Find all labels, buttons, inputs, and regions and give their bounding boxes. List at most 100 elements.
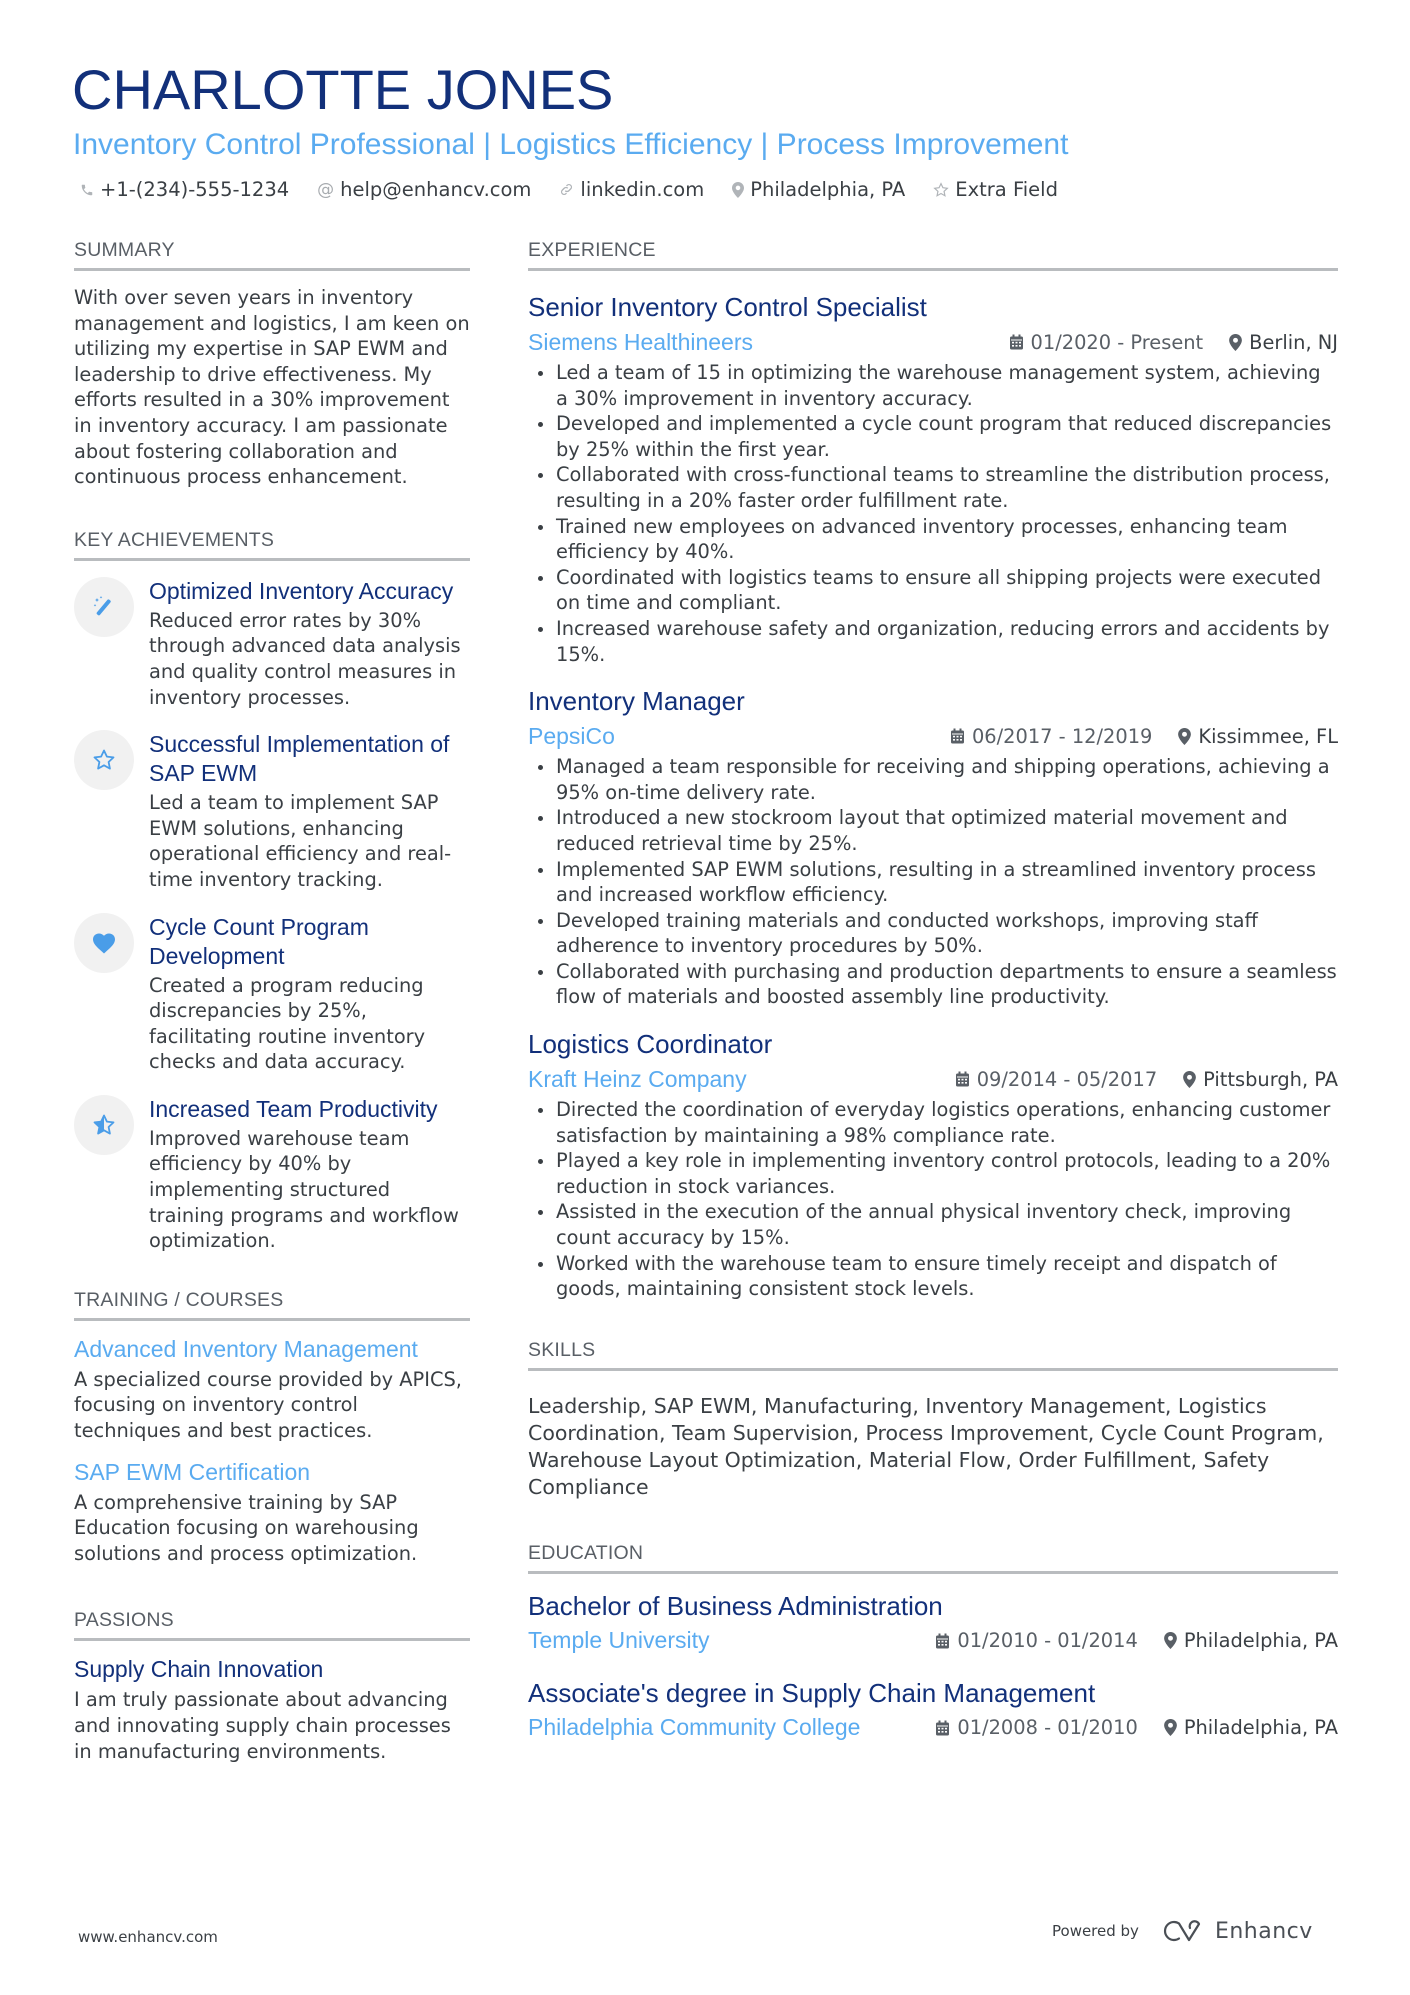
degree-title: Associate's degree in Supply Chain Manag…	[528, 1677, 1096, 1708]
job-title: Senior Inventory Control Specialist	[528, 292, 927, 322]
course-description: A specialized course provided by APICS, …	[74, 1367, 462, 1443]
location-pin-icon	[1183, 1070, 1197, 1088]
calendar-icon	[955, 1071, 970, 1087]
job-meta: PepsiCo 06/2017 - 12/2019 Kissimmee, FL	[528, 720, 1338, 752]
job-bullet: Trained new employees on advanced invent…	[528, 514, 1338, 565]
job-bullet: Developed and implemented a cycle count …	[528, 411, 1338, 462]
achievement-item: Increased Team Productivity Improved war…	[74, 1094, 470, 1254]
contact-linkedin[interactable]: linkedin.com	[559, 178, 704, 201]
summary-heading: SUMMARY	[74, 239, 175, 261]
magic-wand-icon	[74, 576, 134, 637]
enhancv-brand-text: Enhancv	[1214, 1918, 1313, 1944]
achievement-title: Cycle Count Program Development	[149, 913, 369, 969]
job-bullets: Managed a team responsible for receiving…	[528, 754, 1338, 1010]
footer-branding: Powered by Enhancv	[1052, 1918, 1313, 1944]
section-divider	[74, 557, 470, 561]
job-location: Pittsburgh, PA	[1203, 1067, 1338, 1091]
company-name: Kraft Heinz Company	[528, 1065, 747, 1092]
course-title: Advanced Inventory Management	[74, 1335, 418, 1362]
contact-linkedin-text: linkedin.com	[580, 178, 705, 201]
achievement-description: Led a team to implement SAP EWM solution…	[149, 791, 452, 891]
training-heading: TRAINING / COURSES	[74, 1288, 284, 1311]
contact-phone-text: +1-(234)-555-1234	[100, 178, 290, 201]
section-divider	[528, 1570, 1338, 1574]
job-bullet: Directed the coordination of everyday lo…	[528, 1097, 1338, 1148]
job-bullet: Increased warehouse safety and organizat…	[528, 616, 1338, 667]
contact-email[interactable]: @ help@enhancv.com	[317, 178, 531, 201]
location-pin-icon	[732, 181, 745, 198]
location-pin-icon	[1178, 727, 1192, 745]
right-column: EXPERIENCE Senior Inventory Control Spec…	[528, 238, 1338, 1744]
company-name: PepsiCo	[528, 722, 615, 749]
education-dates: 01/2008 - 01/2010	[957, 1716, 1138, 1740]
achievement-item: Optimized Inventory Accuracy Reduced err…	[74, 576, 470, 710]
education-heading: EDUCATION	[528, 1541, 644, 1564]
school-name: Temple University	[528, 1627, 710, 1654]
phone-icon	[80, 183, 94, 197]
education-meta: Temple University 01/2010 - 01/2014 Philad…	[528, 1625, 1338, 1657]
contact-location: Philadelphia, PA	[732, 178, 905, 201]
job-bullets: Led a team of 15 in optimizing the wareh…	[528, 360, 1338, 667]
contact-email-text: help@enhancv.com	[340, 178, 532, 201]
job-bullet: Introduced a new stockroom layout that o…	[528, 805, 1338, 856]
footer-website-link[interactable]: www.enhancv.com	[78, 1928, 218, 1946]
contact-phone[interactable]: +1-(234)-555-1234	[80, 178, 289, 201]
calendar-icon	[935, 1720, 950, 1736]
achievement-description: Improved warehouse team efficiency by 40…	[149, 1126, 459, 1253]
skills-list: Leadership, SAP EWM, Manufacturing, Inve…	[528, 1393, 1324, 1499]
location-pin-icon	[1163, 1719, 1177, 1737]
left-column: SUMMARY With over seven years in invento…	[74, 238, 470, 1764]
job-bullet: Led a team of 15 in optimizing the wareh…	[528, 360, 1338, 411]
skills-heading: SKILLS	[528, 1338, 596, 1361]
job-meta: Kraft Heinz Company 09/2014 - 05/2017 Pitt…	[528, 1063, 1338, 1095]
section-divider	[74, 1638, 470, 1642]
star-outline-icon	[933, 181, 949, 198]
contact-location-text: Philadelphia, PA	[750, 178, 906, 201]
section-divider	[74, 1317, 470, 1321]
job-bullet: Assisted in the execution of the annual …	[528, 1199, 1338, 1250]
section-divider	[528, 268, 1338, 271]
job-dates: 01/2020 - Present	[1030, 330, 1204, 354]
education-item: Associate's degree in Supply Chain Manag…	[528, 1677, 1338, 1744]
experience-item: Logistics Coordinator Kraft Heinz Company…	[528, 1028, 1338, 1302]
education-section: EDUCATION Bachelor of Business Administr…	[528, 1541, 1338, 1744]
section-divider	[528, 1367, 1338, 1371]
job-bullet: Collaborated with cross-functional teams…	[528, 462, 1338, 513]
summary-section: SUMMARY With over seven years in invento…	[74, 238, 470, 490]
summary-text: With over seven years in inventory manag…	[74, 286, 470, 489]
education-location: Philadelphia, PA	[1183, 1716, 1338, 1740]
job-dates: 06/2017 - 12/2019	[971, 724, 1153, 748]
passions-section: PASSIONS Supply Chain Innovation I am tr…	[74, 1608, 470, 1764]
location-pin-icon	[1163, 1632, 1177, 1650]
section-divider	[74, 268, 470, 271]
calendar-icon	[1009, 334, 1024, 350]
job-location: Kissimmee, FL	[1198, 724, 1338, 748]
education-dates: 01/2010 - 01/2014	[957, 1629, 1138, 1653]
contact-extra-text: Extra Field	[955, 178, 1058, 201]
achievement-item: Successful Implementation of SAP EWM Led…	[74, 730, 470, 892]
job-title: Inventory Manager	[528, 686, 745, 717]
job-title: Logistics Coordinator	[528, 1029, 773, 1060]
job-bullet: Worked with the warehouse team to ensure…	[528, 1251, 1338, 1302]
heart-icon	[74, 912, 134, 973]
star-half-icon	[74, 1094, 134, 1155]
experience-item: Senior Inventory Control Specialist Sieme…	[528, 291, 1338, 667]
passion-title: Supply Chain Innovation	[74, 1656, 324, 1683]
course-item: SAP EWM Certification A comprehensive tr…	[74, 1458, 470, 1567]
achievements-heading: KEY ACHIEVEMENTS	[74, 528, 275, 551]
job-bullet: Coordinated with logistics teams to ensu…	[528, 565, 1338, 616]
education-location: Philadelphia, PA	[1183, 1629, 1338, 1653]
achievement-item: Cycle Count Program Development Created …	[74, 912, 470, 1075]
calendar-icon	[950, 728, 965, 744]
contact-extra: Extra Field	[933, 178, 1058, 201]
skills-section: SKILLS Leadership, SAP EWM, Manufacturin…	[528, 1338, 1338, 1501]
job-bullet: Developed training materials and conduct…	[528, 908, 1338, 959]
job-bullet: Collaborated with purchasing and product…	[528, 959, 1338, 1010]
training-section: TRAINING / COURSES Advanced Inventory Ma…	[74, 1288, 470, 1567]
achievement-title: Successful Implementation of SAP EWM	[149, 731, 450, 787]
job-bullet: Managed a team responsible for receiving…	[528, 754, 1338, 805]
achievements-section: KEY ACHIEVEMENTS Optimized Inventory Acc…	[74, 528, 470, 1254]
job-meta: Siemens Healthineers 01/2020 - Present Ber…	[528, 326, 1338, 358]
candidate-title: Inventory Control Professional | Logisti…	[73, 128, 1069, 161]
job-bullet: Implemented SAP EWM solutions, resulting…	[528, 857, 1338, 908]
